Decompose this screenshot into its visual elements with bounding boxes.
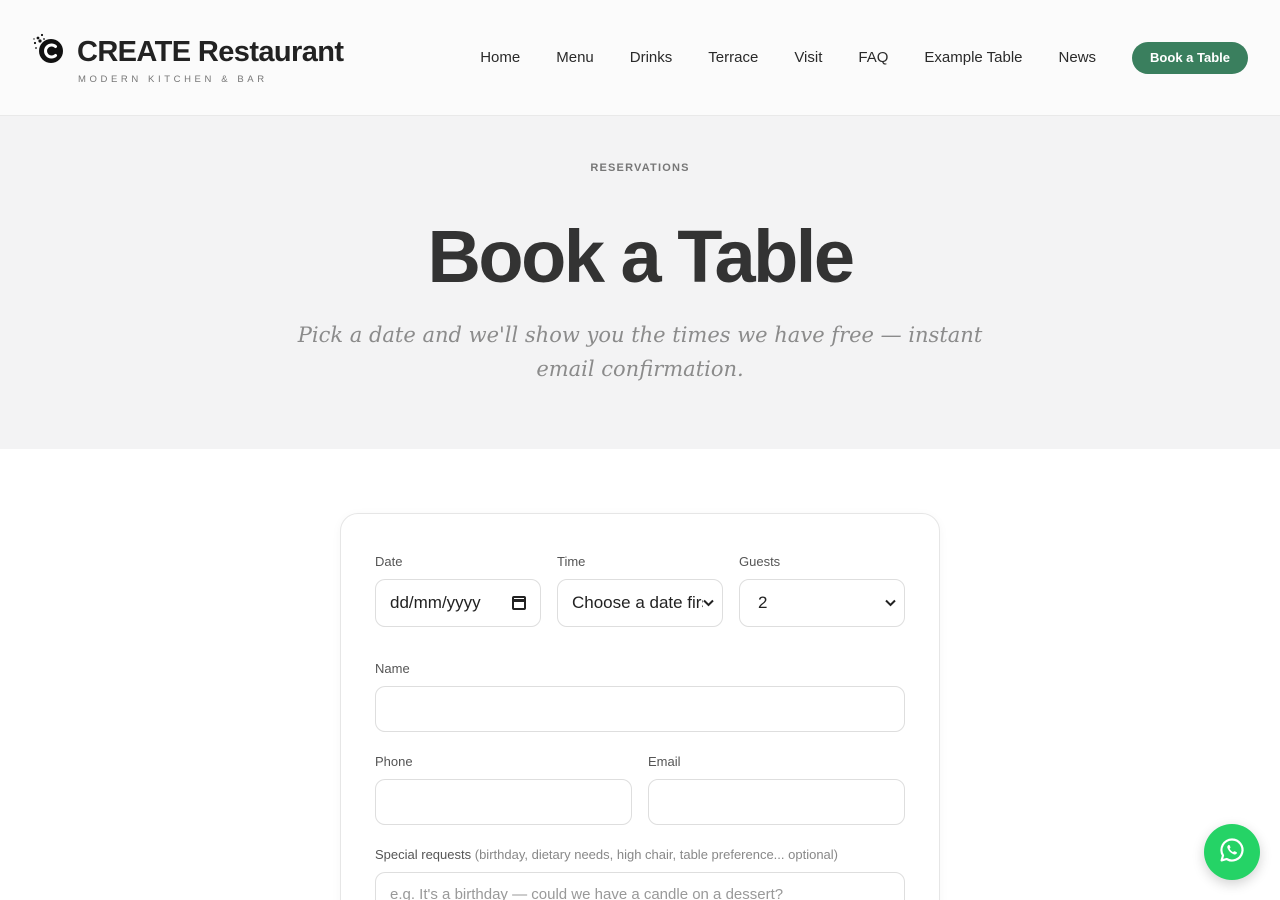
date-input[interactable]: dd/mm/yyyy	[375, 579, 541, 627]
time-label: Time	[557, 554, 586, 569]
whatsapp-icon	[1219, 837, 1245, 868]
guests-select[interactable]: 2	[739, 579, 905, 627]
time-selected-value: Choose a date firs	[572, 593, 703, 612]
special-requests-label-row: Special requests (birthday, dietary need…	[375, 847, 838, 862]
name-label: Name	[375, 661, 410, 676]
email-input[interactable]	[648, 779, 905, 825]
nav-example-table[interactable]: Example Table	[924, 42, 1022, 74]
c-logo-icon	[32, 30, 68, 66]
chevron-down-icon	[885, 596, 896, 610]
phone-input[interactable]	[375, 779, 632, 825]
brand-name: CREATE Restaurant	[77, 36, 344, 68]
special-requests-label: Special requests	[375, 847, 472, 862]
special-requests-textarea[interactable]: e.g. It's a birthday — could we have a c…	[375, 872, 905, 900]
logo[interactable]: CREATE Restaurant MODERN KITCHEN & BAR	[32, 30, 344, 85]
brand-tagline: MODERN KITCHEN & BAR	[78, 74, 268, 85]
special-requests-hint: (birthday, dietary needs, high chair, ta…	[474, 847, 839, 862]
main-nav: Home Menu Drinks Terrace Visit FAQ Examp…	[444, 42, 1248, 74]
nav-drinks[interactable]: Drinks	[630, 42, 673, 74]
nav-home[interactable]: Home	[480, 42, 520, 74]
date-label: Date	[375, 554, 403, 569]
hero-section: RESERVATIONS Book a Table Pick a date an…	[0, 116, 1280, 449]
nav-terrace[interactable]: Terrace	[708, 42, 758, 74]
hero-subtitle: Pick a date and we'll show you the times…	[297, 323, 983, 381]
booking-form: Date dd/mm/yyyy Time Choose a date firs …	[340, 513, 940, 900]
book-table-button[interactable]: Book a Table	[1132, 42, 1248, 74]
email-label: Email	[648, 754, 681, 769]
name-input[interactable]	[375, 686, 905, 732]
hero-eyebrow: RESERVATIONS	[590, 162, 690, 174]
guests-label: Guests	[739, 554, 781, 569]
nav-visit[interactable]: Visit	[794, 42, 822, 74]
phone-label: Phone	[375, 754, 413, 769]
whatsapp-button[interactable]	[1204, 824, 1260, 880]
calendar-icon[interactable]	[512, 596, 526, 610]
time-select[interactable]: Choose a date firs	[557, 579, 723, 627]
nav-faq[interactable]: FAQ	[858, 42, 888, 74]
nav-news[interactable]: News	[1059, 42, 1097, 74]
nav-menu[interactable]: Menu	[556, 42, 594, 74]
chevron-down-icon	[703, 596, 714, 610]
special-requests-placeholder: e.g. It's a birthday — could we have a c…	[390, 886, 784, 900]
guests-selected-value: 2	[758, 593, 768, 612]
date-placeholder: dd/mm/yyyy	[390, 593, 481, 612]
page-title: Book a Table	[427, 215, 855, 298]
site-header: CREATE Restaurant MODERN KITCHEN & BAR H…	[0, 0, 1280, 116]
